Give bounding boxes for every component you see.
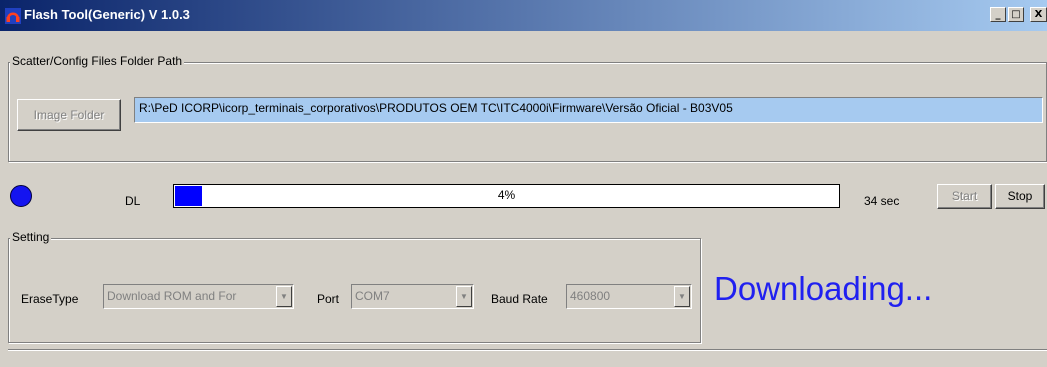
- baud-rate-select[interactable]: 460800 ▼: [566, 284, 692, 309]
- erase-type-select[interactable]: Download ROM and For ▼: [103, 284, 294, 309]
- minimize-button[interactable]: _: [990, 7, 1006, 22]
- chevron-down-icon[interactable]: ▼: [456, 286, 472, 307]
- flash-tool-app-icon: [5, 8, 21, 24]
- status-bar: [8, 349, 1047, 367]
- baud-rate-value: 460800: [570, 289, 611, 303]
- status-indicator-dot: [10, 185, 32, 207]
- download-progress-bar: 4%: [173, 184, 840, 208]
- erase-type-value: Download ROM and For: [107, 289, 237, 303]
- stop-button[interactable]: Stop: [995, 184, 1045, 209]
- setting-group-label: Setting: [10, 230, 52, 244]
- baud-rate-label: Baud Rate: [491, 292, 548, 306]
- port-label: Port: [317, 292, 340, 306]
- progress-percent-text: 4%: [497, 188, 516, 202]
- image-folder-button[interactable]: Image Folder: [17, 99, 121, 131]
- start-button[interactable]: Start: [937, 184, 992, 209]
- maximize-button[interactable]: □: [1008, 7, 1024, 22]
- chevron-down-icon[interactable]: ▼: [674, 286, 690, 307]
- close-button[interactable]: X: [1030, 7, 1047, 22]
- scatter-config-group-label: Scatter/Config Files Folder Path: [10, 54, 185, 68]
- chevron-down-icon[interactable]: ▼: [276, 286, 292, 307]
- port-value: COM7: [355, 289, 390, 303]
- title-bar: Flash Tool(Generic) V 1.0.3 _ □ X: [0, 0, 1047, 31]
- port-select[interactable]: COM7 ▼: [351, 284, 474, 309]
- window-title: Flash Tool(Generic) V 1.0.3: [24, 7, 190, 22]
- erase-type-label: EraseType: [21, 292, 79, 306]
- scatter-path-field[interactable]: R:\PeD ICORP\icorp_terminais_corporativo…: [134, 97, 1043, 123]
- elapsed-time-label: 34 sec: [864, 194, 900, 208]
- dl-label: DL: [125, 194, 141, 208]
- download-status-message: Downloading...: [714, 270, 933, 307]
